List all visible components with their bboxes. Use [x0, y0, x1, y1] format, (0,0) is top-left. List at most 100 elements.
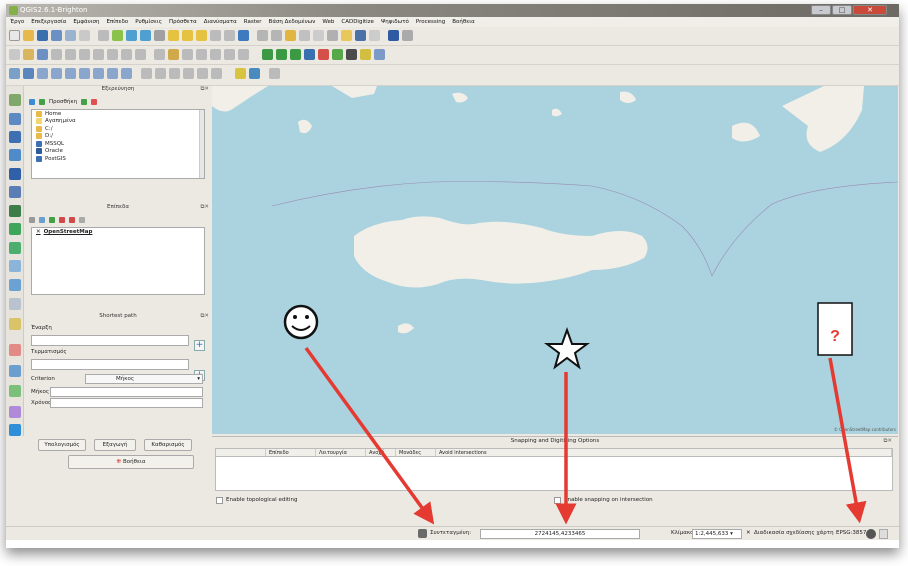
- add-wfs-icon[interactable]: [121, 68, 132, 79]
- collapse-all-icon[interactable]: [91, 99, 98, 105]
- move-feature-icon[interactable]: [65, 49, 76, 60]
- coordinate-toggle-icon[interactable]: [418, 529, 427, 538]
- menu-web[interactable]: Web: [322, 19, 334, 25]
- heatmap-icon[interactable]: [9, 385, 21, 397]
- zoom-to-layer-icon[interactable]: [196, 30, 207, 41]
- add-raster-layer-icon[interactable]: [9, 113, 21, 125]
- menu-caddigitize[interactable]: CADDigitize: [341, 19, 374, 25]
- identify-icon[interactable]: [257, 30, 268, 41]
- add-raster-calc-icon[interactable]: [9, 318, 21, 330]
- menu-database[interactable]: Βάση Δεδομένων: [269, 19, 316, 25]
- scale-field[interactable]: 1:2,445,633 ▾: [692, 529, 742, 539]
- add-group-icon[interactable]: [39, 217, 45, 223]
- gps-tool-icon[interactable]: [9, 344, 21, 356]
- zoom-out-icon[interactable]: [140, 30, 151, 41]
- tree-item-home[interactable]: Home: [32, 110, 204, 118]
- panel-controls-icon[interactable]: ⧉✕: [883, 438, 892, 445]
- composer-manager-icon[interactable]: [79, 30, 90, 41]
- open-project-icon[interactable]: [23, 30, 34, 41]
- pan-icon[interactable]: [98, 30, 109, 41]
- show-hide-labels-icon[interactable]: [238, 49, 249, 60]
- close-button[interactable]: ✕: [853, 5, 887, 15]
- snap-intersection-checkbox[interactable]: [554, 497, 561, 504]
- shortest-path-icon[interactable]: [262, 49, 273, 60]
- title-bar[interactable]: QGIS2.6.1-Brighton – □ ✕: [6, 4, 899, 17]
- rectangle-tool-icon[interactable]: [155, 68, 166, 79]
- cad-ellipse-icon[interactable]: [360, 49, 371, 60]
- menu-project[interactable]: Έργο: [10, 19, 24, 25]
- add-mssql-layer-icon[interactable]: [9, 168, 21, 180]
- road-graph-icon[interactable]: [276, 49, 287, 60]
- map-canvas[interactable]: © OpenStreetMap contributors: [212, 86, 898, 434]
- help-button[interactable]: ⁜ Βοήθεια: [68, 455, 194, 469]
- render-checkbox[interactable]: ✕: [746, 530, 751, 536]
- text-annotation-icon[interactable]: [369, 30, 380, 41]
- topological-editing-checkbox[interactable]: [216, 497, 223, 504]
- georeferencer-icon[interactable]: [9, 365, 21, 377]
- maximize-button[interactable]: □: [832, 5, 852, 15]
- expand-all-icon[interactable]: [59, 217, 65, 223]
- geometry-checker-icon[interactable]: [269, 68, 280, 79]
- add-selected-icon[interactable]: [39, 99, 45, 105]
- panel-controls-icon[interactable]: ⧉✕: [200, 204, 209, 211]
- add-wms-icon[interactable]: [93, 68, 104, 79]
- tree-item-postgis[interactable]: PostGIS: [32, 155, 204, 163]
- criterion-select[interactable]: Μήκος ▾: [85, 374, 203, 384]
- browser-scrollbar[interactable]: [199, 110, 204, 178]
- add-delimited-text-icon[interactable]: [9, 260, 21, 272]
- plugin-manager-icon[interactable]: [249, 68, 260, 79]
- snapping-table-body[interactable]: [215, 457, 893, 491]
- interpolation-icon[interactable]: [9, 406, 21, 418]
- pin-labels-icon[interactable]: [168, 49, 179, 60]
- cad-tools-icon[interactable]: [304, 49, 315, 60]
- zoom-last-icon[interactable]: [210, 30, 221, 41]
- col-units[interactable]: Μονάδες: [396, 449, 436, 456]
- cad-polygon-icon[interactable]: [374, 49, 385, 60]
- add-vector-layer-icon[interactable]: [9, 94, 21, 106]
- menu-edit[interactable]: Επεξεργασία: [31, 19, 66, 25]
- deselect-icon[interactable]: [285, 30, 296, 41]
- new-project-icon[interactable]: [9, 30, 20, 41]
- cad-circle-icon[interactable]: [332, 49, 343, 60]
- panel-controls-icon[interactable]: ⧉✕: [200, 86, 209, 93]
- tree-item-favorites[interactable]: Αγαπημένα: [32, 118, 204, 126]
- menu-layer[interactable]: Επίπεδο: [107, 19, 129, 25]
- add-oracle-icon[interactable]: [79, 68, 90, 79]
- tree-item-mssql[interactable]: MSSQL: [32, 140, 204, 148]
- tree-item-d-drive[interactable]: D:/: [32, 133, 204, 141]
- shape-tool-icon[interactable]: [141, 68, 152, 79]
- cut-features-icon[interactable]: [107, 49, 118, 60]
- save-as-icon[interactable]: [51, 30, 62, 41]
- rotate-label-icon[interactable]: [210, 49, 221, 60]
- refresh-icon[interactable]: [29, 99, 35, 105]
- minimize-button[interactable]: –: [811, 5, 831, 15]
- layer-visibility-checkbox[interactable]: ✕: [36, 229, 41, 235]
- menu-plugins[interactable]: Πρόσθετα: [169, 19, 197, 25]
- add-postgis-layer-icon[interactable]: [9, 131, 21, 143]
- move-label-icon[interactable]: [196, 49, 207, 60]
- paste-features-icon[interactable]: [135, 49, 146, 60]
- new-spatialite-icon[interactable]: [9, 298, 21, 310]
- collapse-all-icon[interactable]: [69, 217, 75, 223]
- select-icon[interactable]: [271, 30, 282, 41]
- add-wfs-layer-icon[interactable]: [9, 242, 21, 254]
- crs-globe-icon[interactable]: [866, 529, 876, 539]
- add-wcs-icon[interactable]: [107, 68, 118, 79]
- ellipse-tool-icon[interactable]: [211, 68, 222, 79]
- add-raster-icon[interactable]: [23, 68, 34, 79]
- save-project-icon[interactable]: [37, 30, 48, 41]
- attribute-table-icon[interactable]: [299, 30, 310, 41]
- crs-status[interactable]: EPSG:3857: [836, 530, 866, 536]
- calculate-button[interactable]: Υπολογισμός: [38, 439, 86, 451]
- filter-icon[interactable]: [81, 99, 88, 105]
- filter-legend-icon[interactable]: [49, 217, 55, 223]
- polygon-tool-icon[interactable]: [197, 68, 208, 79]
- menu-processing[interactable]: Processing: [416, 19, 445, 25]
- add-spatialite-icon[interactable]: [51, 68, 62, 79]
- menu-view[interactable]: Εμφάνιση: [73, 19, 99, 25]
- style-manager-icon[interactable]: [29, 217, 35, 223]
- panel-controls-icon[interactable]: ⧉✕: [200, 310, 209, 322]
- messages-icon[interactable]: [879, 529, 888, 539]
- capture-start-button[interactable]: +: [194, 340, 205, 351]
- node-tool-icon[interactable]: [79, 49, 90, 60]
